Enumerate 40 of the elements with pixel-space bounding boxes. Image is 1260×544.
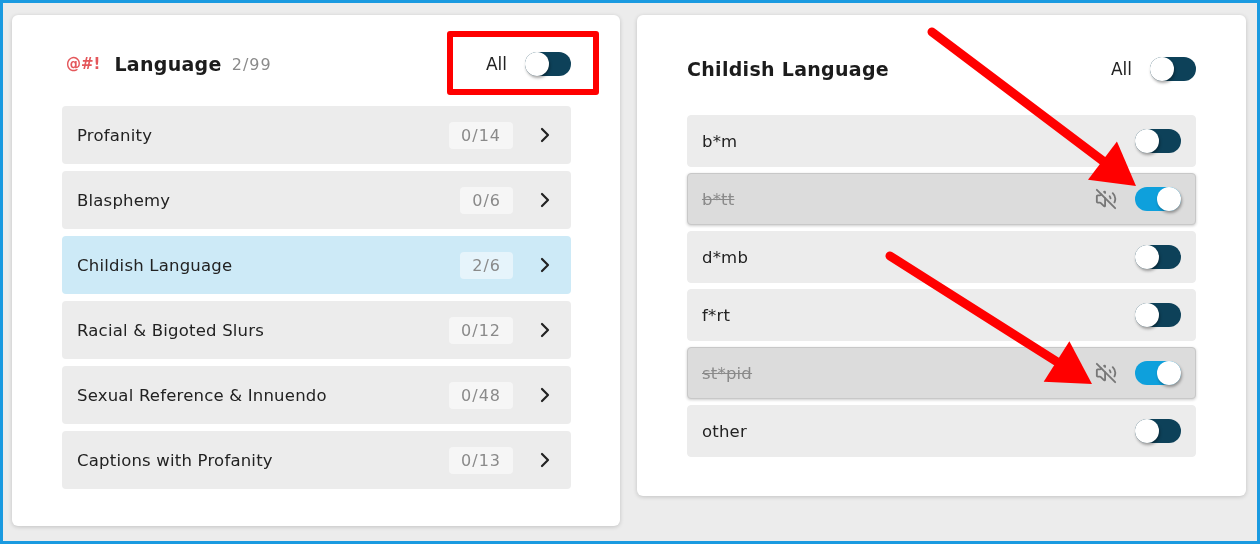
- count-badge: 0/12: [449, 316, 513, 344]
- word-label: b*tt: [702, 189, 735, 209]
- toggle-switch[interactable]: [1135, 361, 1181, 385]
- muted-speaker-icon: [1095, 188, 1117, 210]
- count-badge: 0/6: [460, 186, 513, 214]
- toggle-switch[interactable]: [1135, 187, 1181, 211]
- toggle-switch[interactable]: [1150, 57, 1196, 81]
- category-item[interactable]: Captions with Profanity 0/13: [62, 431, 571, 489]
- count-badge: 0/48: [449, 381, 513, 409]
- panel-title: Childish Language: [687, 58, 890, 80]
- toggle-switch[interactable]: [1135, 303, 1181, 327]
- category-item[interactable]: Childish Language 2/6: [62, 236, 571, 294]
- category-label: Profanity: [77, 125, 153, 145]
- count-badge: 0/14: [449, 121, 513, 149]
- word-label: st*pid: [702, 363, 753, 383]
- muted-speaker-icon: [1095, 362, 1117, 384]
- count-label: 2/99: [231, 54, 272, 74]
- word-label: b*m: [702, 131, 738, 151]
- count-badge: 0/13: [449, 446, 513, 474]
- category-item[interactable]: Profanity 0/14: [62, 106, 571, 164]
- all-label: All: [1110, 59, 1132, 79]
- word-label: f*rt: [702, 305, 731, 325]
- category-label: Captions with Profanity: [77, 450, 273, 470]
- category-label: Blasphemy: [77, 190, 171, 210]
- count-badge: 2/6: [460, 251, 513, 279]
- toggle-switch[interactable]: [1135, 419, 1181, 443]
- category-item[interactable]: Sexual Reference & Innuendo 0/48: [62, 366, 571, 424]
- word-label: other: [702, 421, 747, 441]
- toggle-switch[interactable]: [525, 52, 571, 76]
- category-label: Sexual Reference & Innuendo: [77, 385, 327, 405]
- toggle-switch[interactable]: [1135, 129, 1181, 153]
- category-item[interactable]: Racial & Bigoted Slurs 0/12: [62, 301, 571, 359]
- word-label: d*mb: [702, 247, 749, 267]
- toggle-switch[interactable]: [1135, 245, 1181, 269]
- category-item[interactable]: Blasphemy 0/6: [62, 171, 571, 229]
- language-icon: @#!: [66, 55, 101, 73]
- all-label: All: [485, 54, 507, 74]
- category-label: Childish Language: [77, 255, 233, 275]
- category-label: Racial & Bigoted Slurs: [77, 320, 265, 340]
- panel-title: Language: [114, 53, 222, 75]
